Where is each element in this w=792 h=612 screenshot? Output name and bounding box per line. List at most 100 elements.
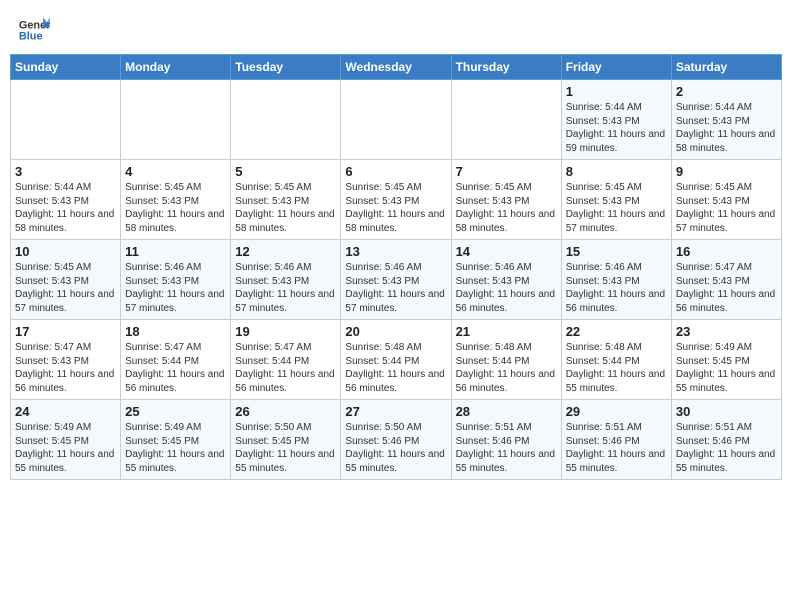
svg-text:Blue: Blue	[19, 30, 43, 42]
header: General Blue	[0, 0, 792, 54]
calendar-cell: 15Sunrise: 5:46 AM Sunset: 5:43 PM Dayli…	[561, 240, 671, 320]
day-info: Sunrise: 5:45 AM Sunset: 5:43 PM Dayligh…	[345, 181, 446, 235]
day-number: 24	[15, 404, 116, 419]
calendar-cell: 14 Sunrise: 5:46 AM Sunset: 5:43 PM Dayli…	[451, 240, 561, 320]
day-number: 23	[676, 324, 777, 339]
day-number: 6	[345, 164, 446, 179]
day-number: 12	[235, 244, 336, 259]
week-row-4: 24 Sunrise: 5:49 AM Sunset: 5:45 PM Dayli…	[11, 400, 782, 480]
day-info: Sunrise: 5:47 AM Sunset: 5:44 PM Dayligh…	[235, 341, 336, 395]
calendar-cell: 1 Sunrise: 5:44 AM Sunset: 5:43 PM Daylig…	[561, 80, 671, 160]
calendar-cell: 6 Sunrise: 5:45 AM Sunset: 5:43 PM Daylig…	[341, 160, 451, 240]
calendar-cell: 27 Sunrise: 5:50 AM Sunset: 5:46 PM Dayli…	[341, 400, 451, 480]
week-row-3: 17 Sunrise: 5:47 AM Sunset: 5:43 PM Dayli…	[11, 320, 782, 400]
day-number: 29	[566, 404, 667, 419]
day-info: Sunrise: 5:49 AM Sunset: 5:45 PM Dayligh…	[125, 421, 226, 475]
week-row-1: 3 Sunrise: 5:44 AM Sunset: 5:43 PM Daylig…	[11, 160, 782, 240]
calendar-cell: 2 Sunrise: 5:44 AM Sunset: 5:43 PM Daylig…	[671, 80, 781, 160]
day-info: Sunrise: 5:47 AM Sunset: 5:43 PM Dayligh…	[676, 261, 777, 315]
calendar-cell: 9Sunrise: 5:45 AM Sunset: 5:43 PM Daylig…	[671, 160, 781, 240]
calendar-cell: 29 Sunrise: 5:51 AM Sunset: 5:46 PM Dayli…	[561, 400, 671, 480]
day-info: Sunrise: 5:45 AM Sunset: 5:43 PM Dayligh…	[125, 181, 226, 235]
weekday-header-row: SundayMondayTuesdayWednesdayThursdayFrid…	[11, 55, 782, 80]
day-number: 13	[345, 244, 446, 259]
day-number: 25	[125, 404, 226, 419]
day-number: 27	[345, 404, 446, 419]
day-number: 17	[15, 324, 116, 339]
day-info: Sunrise: 5:46 AM Sunset: 5:43 PM Dayligh…	[456, 261, 557, 315]
day-number: 28	[456, 404, 557, 419]
calendar-cell	[341, 80, 451, 160]
calendar-cell: 22Sunrise: 5:48 AM Sunset: 5:44 PM Dayli…	[561, 320, 671, 400]
calendar-header: SundayMondayTuesdayWednesdayThursdayFrid…	[11, 55, 782, 80]
calendar-cell: 23 Sunrise: 5:49 AM Sunset: 5:45 PM Dayli…	[671, 320, 781, 400]
day-number: 26	[235, 404, 336, 419]
day-info: Sunrise: 5:45 AM Sunset: 5:43 PM Dayligh…	[15, 261, 116, 315]
day-info: Sunrise: 5:44 AM Sunset: 5:43 PM Dayligh…	[676, 101, 777, 155]
calendar-cell: 5 Sunrise: 5:45 AM Sunset: 5:43 PM Daylig…	[231, 160, 341, 240]
day-number: 16	[676, 244, 777, 259]
calendar-cell: 16 Sunrise: 5:47 AM Sunset: 5:43 PM Dayli…	[671, 240, 781, 320]
day-info: Sunrise: 5:51 AM Sunset: 5:46 PM Dayligh…	[676, 421, 777, 475]
day-number: 19	[235, 324, 336, 339]
day-info: Sunrise: 5:44 AM Sunset: 5:43 PM Dayligh…	[566, 101, 667, 155]
day-info: Sunrise: 5:45 AM Sunset: 5:43 PM Dayligh…	[235, 181, 336, 235]
day-number: 18	[125, 324, 226, 339]
weekday-header-tuesday: Tuesday	[231, 55, 341, 80]
day-info: Sunrise: 5:46 AM Sunset: 5:43 PM Dayligh…	[235, 261, 336, 315]
day-number: 20	[345, 324, 446, 339]
day-info: Sunrise: 5:45 AM Sunset: 5:43 PM Dayligh…	[566, 181, 667, 235]
calendar-cell: 30 Sunrise: 5:51 AM Sunset: 5:46 PM Dayli…	[671, 400, 781, 480]
calendar-cell	[121, 80, 231, 160]
weekday-header-friday: Friday	[561, 55, 671, 80]
calendar-body: 1 Sunrise: 5:44 AM Sunset: 5:43 PM Daylig…	[11, 80, 782, 480]
day-number: 8	[566, 164, 667, 179]
calendar-cell: 7 Sunrise: 5:45 AM Sunset: 5:43 PM Daylig…	[451, 160, 561, 240]
day-info: Sunrise: 5:50 AM Sunset: 5:45 PM Dayligh…	[235, 421, 336, 475]
calendar-cell: 10Sunrise: 5:45 AM Sunset: 5:43 PM Dayli…	[11, 240, 121, 320]
day-number: 14	[456, 244, 557, 259]
day-number: 5	[235, 164, 336, 179]
day-info: Sunrise: 5:49 AM Sunset: 5:45 PM Dayligh…	[676, 341, 777, 395]
calendar-cell: 20 Sunrise: 5:48 AM Sunset: 5:44 PM Dayli…	[341, 320, 451, 400]
day-number: 4	[125, 164, 226, 179]
calendar-cell	[451, 80, 561, 160]
calendar-cell: 28Sunrise: 5:51 AM Sunset: 5:46 PM Dayli…	[451, 400, 561, 480]
day-number: 30	[676, 404, 777, 419]
page: General Blue SundayMondayTuesdayWednesda…	[0, 0, 792, 612]
day-info: Sunrise: 5:49 AM Sunset: 5:45 PM Dayligh…	[15, 421, 116, 475]
calendar-cell: 19 Sunrise: 5:47 AM Sunset: 5:44 PM Dayli…	[231, 320, 341, 400]
day-info: Sunrise: 5:51 AM Sunset: 5:46 PM Dayligh…	[566, 421, 667, 475]
day-info: Sunrise: 5:50 AM Sunset: 5:46 PM Dayligh…	[345, 421, 446, 475]
week-row-2: 10Sunrise: 5:45 AM Sunset: 5:43 PM Dayli…	[11, 240, 782, 320]
day-info: Sunrise: 5:44 AM Sunset: 5:43 PM Dayligh…	[15, 181, 116, 235]
calendar-cell: 8 Sunrise: 5:45 AM Sunset: 5:43 PM Daylig…	[561, 160, 671, 240]
day-info: Sunrise: 5:46 AM Sunset: 5:43 PM Dayligh…	[345, 261, 446, 315]
day-number: 1	[566, 84, 667, 99]
calendar-cell: 26 Sunrise: 5:50 AM Sunset: 5:45 PM Dayli…	[231, 400, 341, 480]
calendar-cell: 21Sunrise: 5:48 AM Sunset: 5:44 PM Dayli…	[451, 320, 561, 400]
week-row-0: 1 Sunrise: 5:44 AM Sunset: 5:43 PM Daylig…	[11, 80, 782, 160]
calendar-table: SundayMondayTuesdayWednesdayThursdayFrid…	[10, 54, 782, 480]
calendar-cell: 4 Sunrise: 5:45 AM Sunset: 5:43 PM Daylig…	[121, 160, 231, 240]
calendar-cell: 24 Sunrise: 5:49 AM Sunset: 5:45 PM Dayli…	[11, 400, 121, 480]
day-number: 3	[15, 164, 116, 179]
day-number: 11	[125, 244, 226, 259]
day-number: 21	[456, 324, 557, 339]
day-number: 9	[676, 164, 777, 179]
day-info: Sunrise: 5:48 AM Sunset: 5:44 PM Dayligh…	[345, 341, 446, 395]
day-number: 7	[456, 164, 557, 179]
day-number: 15	[566, 244, 667, 259]
weekday-header-sunday: Sunday	[11, 55, 121, 80]
calendar-cell: 13 Sunrise: 5:46 AM Sunset: 5:43 PM Dayli…	[341, 240, 451, 320]
calendar-cell	[231, 80, 341, 160]
logo: General Blue	[18, 14, 50, 46]
day-info: Sunrise: 5:47 AM Sunset: 5:44 PM Dayligh…	[125, 341, 226, 395]
day-info: Sunrise: 5:45 AM Sunset: 5:43 PM Dayligh…	[456, 181, 557, 235]
calendar-wrap: SundayMondayTuesdayWednesdayThursdayFrid…	[0, 54, 792, 612]
weekday-header-wednesday: Wednesday	[341, 55, 451, 80]
day-number: 2	[676, 84, 777, 99]
weekday-header-monday: Monday	[121, 55, 231, 80]
calendar-cell: 25 Sunrise: 5:49 AM Sunset: 5:45 PM Dayli…	[121, 400, 231, 480]
day-info: Sunrise: 5:47 AM Sunset: 5:43 PM Dayligh…	[15, 341, 116, 395]
